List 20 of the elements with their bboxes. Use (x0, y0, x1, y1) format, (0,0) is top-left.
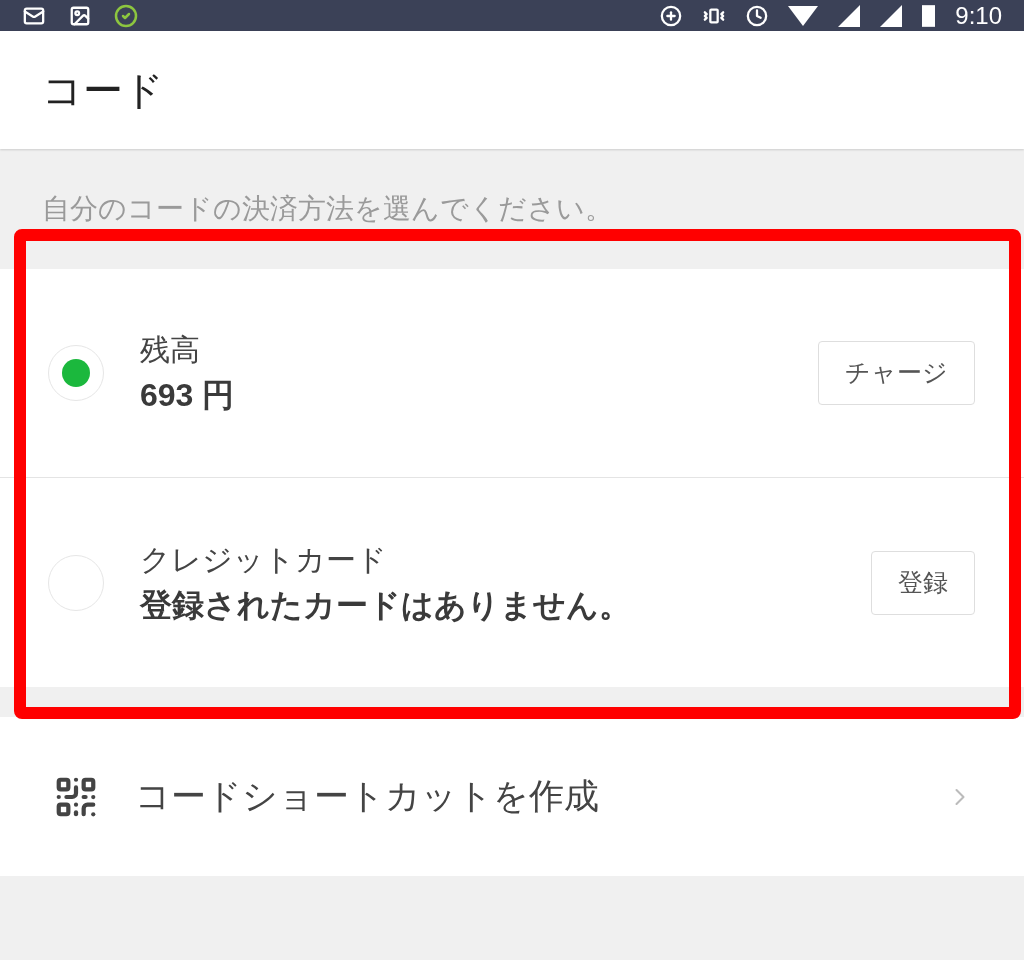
shortcut-row[interactable]: コードショートカットを作成 (0, 717, 1024, 876)
method-action-button[interactable]: チャージ (818, 341, 975, 405)
signal-icon (880, 4, 903, 27)
signal-icon (838, 4, 861, 27)
radio-button[interactable] (48, 345, 104, 401)
wifi-icon (788, 5, 819, 26)
clock-icon (746, 4, 769, 27)
check-circle-icon (114, 3, 138, 28)
method-label: 残高 (140, 332, 201, 368)
instruction-text: 自分のコードの決済方法を選んでください。 (42, 193, 613, 224)
method-detail: 693 円 (140, 376, 236, 415)
method-action-button[interactable]: 登録 (871, 550, 975, 615)
plus-circle-icon (660, 4, 683, 27)
battery-icon (922, 4, 936, 27)
method-label: クレジットカード (140, 541, 388, 578)
shortcut-label: コードショートカットを作成 (135, 775, 600, 818)
method-detail: 登録されたカードはありません。 (140, 585, 632, 625)
page-title: コード (42, 67, 164, 114)
image-icon (68, 4, 92, 27)
status-time: 9:10 (955, 1, 1002, 30)
